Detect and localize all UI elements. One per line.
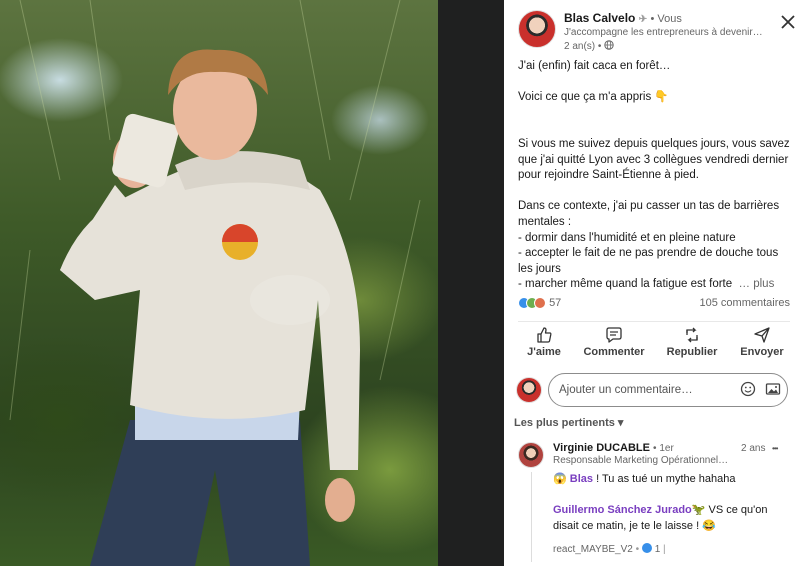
post-time-line: 2 an(s) • bbox=[564, 40, 614, 52]
post-text: J'ai (enfin) fait caca en forêt… Voici c… bbox=[518, 59, 793, 293]
post-paragraph-2: Voici ce que ça m'a appris 👇 bbox=[518, 91, 669, 104]
photo-viewer bbox=[0, 0, 504, 566]
see-more-link[interactable]: … plus bbox=[739, 278, 775, 290]
comment-body: 😱 Blas ! Tu as tué un mythe hahaha Guill… bbox=[553, 472, 794, 534]
send-button[interactable]: Envoyer bbox=[728, 326, 796, 358]
author-name-line[interactable]: Blas Calvelo ✈ • Vous bbox=[564, 11, 682, 25]
comment-sort-dropdown[interactable]: Les plus pertinents ▾ bbox=[514, 416, 623, 429]
verified-icon: ✈ bbox=[638, 14, 648, 25]
repost-label: Republier bbox=[666, 346, 718, 358]
post-paragraph-4: Dans ce contexte, j'ai pu casser un tas … bbox=[518, 199, 793, 293]
repost-icon bbox=[658, 326, 726, 346]
current-user-avatar[interactable] bbox=[516, 377, 542, 403]
mention-blas[interactable]: Blas bbox=[570, 473, 593, 485]
repost-button[interactable]: Republier bbox=[658, 326, 726, 358]
like-button[interactable]: J'aime bbox=[510, 326, 578, 358]
comment-emoji: 😱 bbox=[553, 473, 570, 485]
comment-reaction-count[interactable]: 1 bbox=[655, 544, 661, 555]
post-paragraph-4-text: Dans ce contexte, j'ai pu casser un tas … bbox=[518, 200, 780, 291]
author-name[interactable]: Blas Calvelo bbox=[564, 11, 635, 25]
comment-button[interactable]: Commenter bbox=[580, 326, 648, 358]
comment-label: Commenter bbox=[583, 346, 645, 358]
comment-reaction-icon bbox=[641, 543, 652, 553]
heart-reaction-icon bbox=[534, 297, 546, 310]
thread-line bbox=[531, 472, 532, 562]
emoji-icon bbox=[740, 381, 756, 397]
like-label: J'aime bbox=[527, 346, 561, 358]
commenter-name-line[interactable]: Virginie DUCABLE • 1er bbox=[553, 442, 674, 454]
post-header: Blas Calvelo ✈ • Vous J'accompagne les e… bbox=[518, 10, 790, 54]
send-icon bbox=[728, 326, 796, 346]
post-time: 2 an(s) • bbox=[564, 41, 602, 52]
commenter-avatar[interactable] bbox=[518, 442, 544, 468]
thumbs-up-icon bbox=[510, 326, 578, 346]
post-detail-panel: Blas Calvelo ✈ • Vous J'accompagne les e… bbox=[504, 0, 800, 566]
close-icon bbox=[781, 15, 795, 29]
reaction-icons[interactable] bbox=[518, 297, 546, 310]
close-button[interactable] bbox=[778, 14, 798, 34]
send-label: Envoyer bbox=[740, 346, 784, 358]
comment-footer: react_MAYBE_V2 • 1 | bbox=[553, 543, 666, 555]
comment-composer bbox=[516, 373, 792, 407]
emoji-button[interactable] bbox=[739, 381, 757, 399]
add-image-button[interactable] bbox=[764, 381, 782, 399]
comment-item: Virginie DUCABLE • 1er 2 ans ••• Respons… bbox=[518, 438, 794, 566]
comment-more-button[interactable]: ••• bbox=[772, 444, 778, 453]
post-actions: J'aime Commenter Republier Envoyer bbox=[518, 321, 790, 367]
comment-react-button[interactable]: react_MAYBE_V2 bbox=[553, 544, 633, 555]
post-paragraph-3: Si vous me suivez depuis quelques jours,… bbox=[518, 137, 793, 182]
photo-illustration bbox=[9, 0, 421, 566]
reactions-count[interactable]: 57 bbox=[549, 297, 561, 309]
connection-degree: • 1er bbox=[653, 443, 674, 454]
post-paragraph-1: J'ai (enfin) fait caca en forêt… bbox=[518, 60, 671, 72]
commenter-headline: Responsable Marketing Opérationnel … bbox=[553, 455, 729, 466]
viewer-gutter bbox=[438, 0, 504, 566]
author-badge: • Vous bbox=[650, 13, 682, 25]
comment-time: 2 ans bbox=[741, 443, 766, 454]
globe-icon bbox=[604, 40, 614, 52]
comment-icon bbox=[580, 326, 648, 346]
commenter-name[interactable]: Virginie DUCABLE bbox=[553, 442, 650, 454]
comments-count[interactable]: 105 commentaires bbox=[700, 297, 791, 309]
mention-guillermo[interactable]: Guillermo Sánchez Jurado bbox=[553, 504, 692, 516]
comment-line-1: ! Tu as tué un mythe hahaha bbox=[593, 473, 736, 485]
social-counts: 57 105 commentaires bbox=[518, 297, 790, 313]
author-headline: J'accompagne les entrepreneurs à devenir… bbox=[564, 27, 763, 38]
post-photo[interactable] bbox=[0, 0, 438, 566]
image-icon bbox=[765, 383, 781, 395]
author-avatar[interactable] bbox=[518, 10, 556, 48]
